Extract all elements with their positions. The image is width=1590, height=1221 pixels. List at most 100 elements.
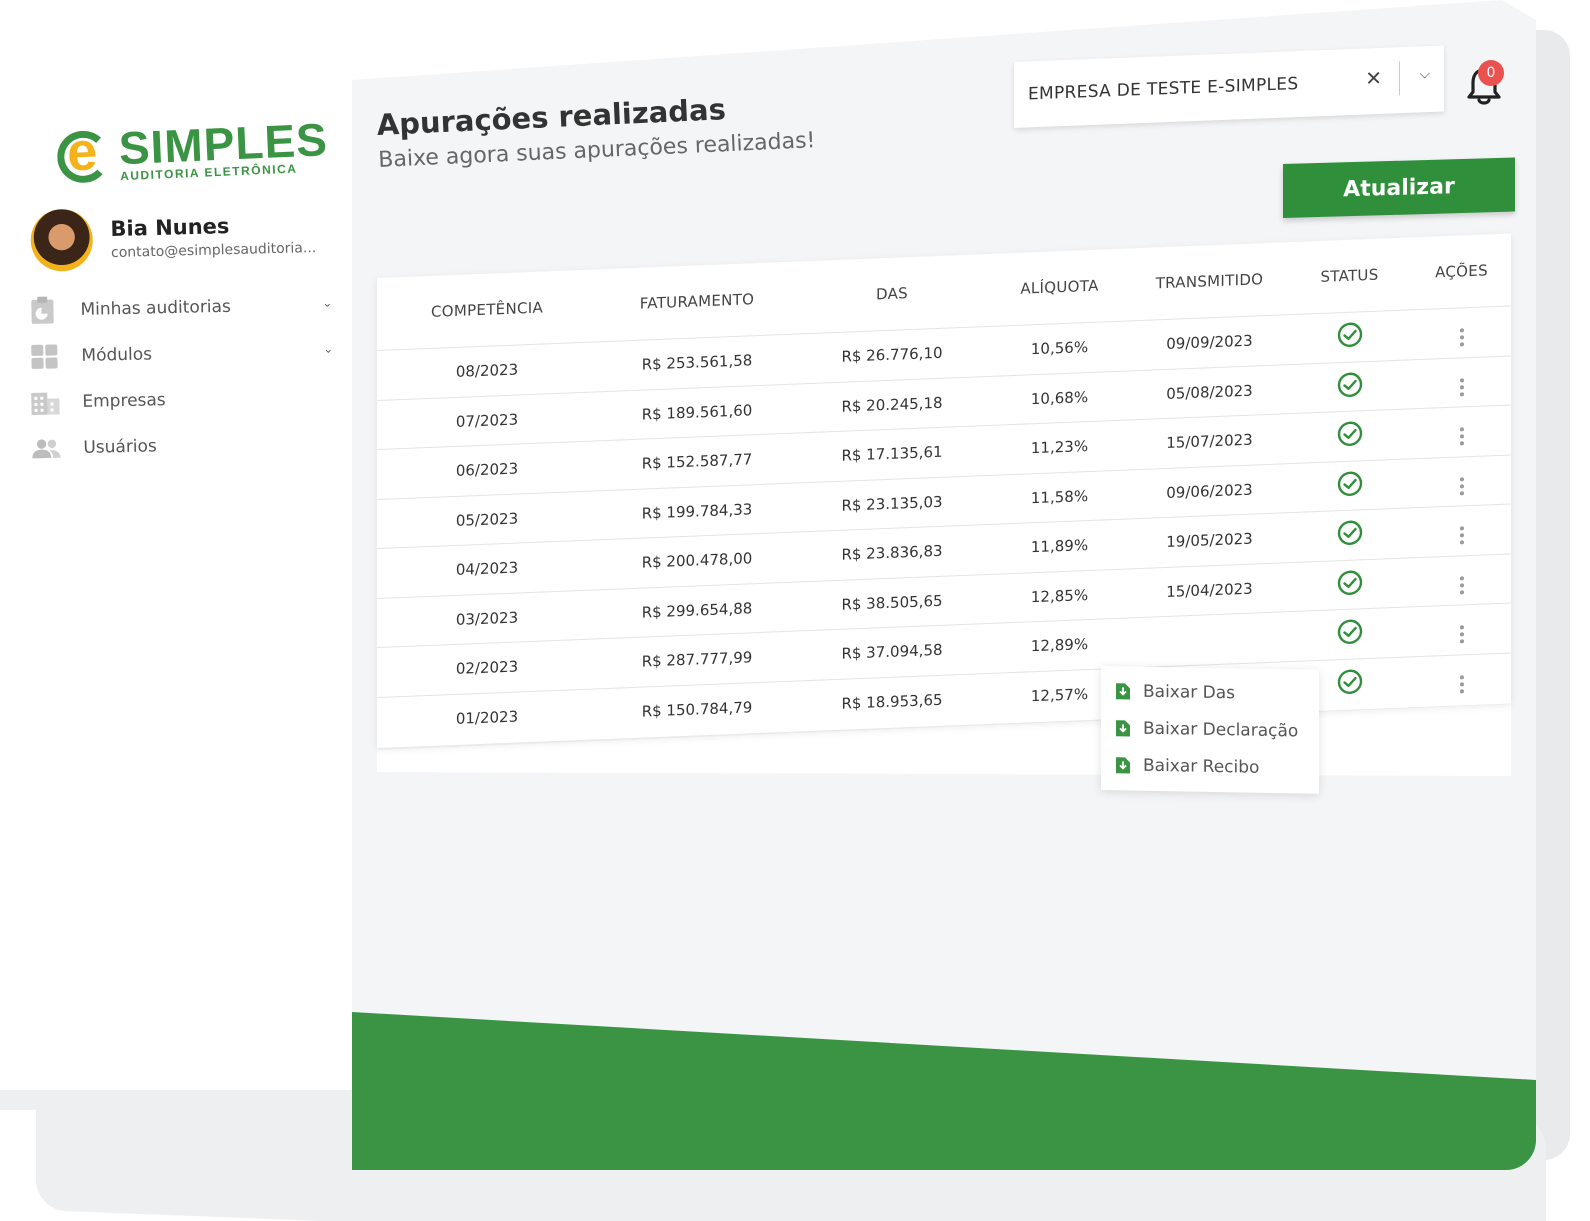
sidebar: e SIMPLES AUDITORIA ELETRÔNICA Bia Nunes…: [0, 0, 352, 1090]
cell-actions: [1412, 465, 1511, 497]
column-header-faturamento[interactable]: FATURAMENTO: [597, 288, 797, 314]
menu-item-label: Baixar Das: [1143, 681, 1236, 703]
sidebar-item-label: Módulos: [81, 344, 153, 366]
cell-das: R$ 18.953,65: [841, 690, 943, 713]
column-header-das[interactable]: DAS: [797, 281, 987, 306]
sidebar-item-label: Empresas: [82, 390, 166, 412]
chevron-down-icon[interactable]: ⌄: [322, 296, 332, 310]
cell-faturamento: R$ 189.561,60: [641, 401, 753, 424]
cell-actions: [1412, 663, 1511, 695]
cell-das: R$ 23.836,83: [841, 542, 943, 565]
cell-aliquota: 12,85%: [1030, 585, 1089, 607]
sidebar-item-minhas-auditorias[interactable]: Minhas auditorias ⌄: [28, 282, 339, 334]
check-circle-icon: [1337, 421, 1362, 447]
company-select-value: EMPRESA DE TESTE E-SIMPLES: [1028, 74, 1299, 105]
cell-actions: [1412, 515, 1511, 547]
cell-faturamento: R$ 287.777,99: [641, 648, 753, 671]
download-file-icon: [1116, 756, 1130, 774]
avatar[interactable]: [30, 208, 94, 272]
column-header-status[interactable]: STATUS: [1287, 264, 1412, 287]
menu-item-label: Baixar Declaração: [1143, 718, 1299, 741]
check-circle-icon: [1337, 322, 1362, 348]
cell-status: [1287, 468, 1412, 503]
cell-competencia: 07/2023: [455, 410, 519, 431]
cell-competencia: 05/2023: [455, 509, 519, 530]
close-icon[interactable]: ✕: [1365, 66, 1382, 91]
cell-actions: [1412, 317, 1511, 349]
sidebar-nav: Minhas auditorias ⌄ Módulos ⌄ Empresas U…: [28, 282, 342, 472]
sidebar-item-label: Usuários: [83, 436, 158, 458]
cell-status: [1287, 369, 1412, 404]
user-profile[interactable]: Bia Nunes contato@esimplesauditoria...: [30, 203, 317, 272]
notification-badge: 0: [1478, 60, 1504, 86]
more-vertical-icon[interactable]: [1459, 625, 1464, 644]
chevron-down-icon[interactable]: ⌵: [1419, 66, 1430, 82]
cell-faturamento: R$ 253.561,58: [641, 351, 753, 374]
menu-item-baixar-recibo[interactable]: Baixar Recibo: [1115, 746, 1305, 786]
more-vertical-icon[interactable]: [1459, 427, 1464, 446]
brand-logo[interactable]: e SIMPLES AUDITORIA ELETRÔNICA: [56, 113, 329, 186]
cell-actions: [1412, 366, 1511, 398]
column-header-acoes[interactable]: AÇÕES: [1412, 260, 1511, 282]
cell-actions: [1412, 564, 1511, 596]
cell-status: [1287, 320, 1412, 355]
more-vertical-icon[interactable]: [1459, 378, 1464, 397]
more-vertical-icon[interactable]: [1459, 328, 1464, 347]
more-vertical-icon[interactable]: [1459, 675, 1464, 694]
results-table: COMPETÊNCIA FATURAMENTO DAS ALÍQUOTA TRA…: [377, 233, 1511, 749]
cell-das: R$ 23.135,03: [841, 492, 943, 515]
cell-faturamento: R$ 199.784,33: [641, 500, 753, 523]
user-email: contato@esimplesauditoria...: [110, 240, 317, 262]
cell-competencia: 02/2023: [455, 657, 519, 679]
cell-competencia: 08/2023: [455, 360, 519, 382]
column-header-transmitido[interactable]: TRANSMITIDO: [1132, 269, 1287, 293]
building-icon: [30, 387, 61, 418]
column-header-competencia[interactable]: COMPETÊNCIA: [377, 296, 597, 323]
sidebar-item-usuarios[interactable]: Usuários: [31, 419, 342, 471]
cell-aliquota: 11,89%: [1030, 536, 1089, 557]
cell-transmitido: 05/08/2023: [1166, 381, 1253, 403]
cell-competencia: 03/2023: [455, 608, 519, 629]
actions-dropdown: Baixar Das Baixar Declaração Baixar Reci…: [1101, 666, 1319, 794]
cell-das: R$ 37.094,58: [841, 641, 943, 664]
cell-aliquota: 11,58%: [1030, 486, 1089, 508]
more-vertical-icon[interactable]: [1459, 576, 1464, 595]
report-icon: [28, 295, 59, 326]
cell-aliquota: 11,23%: [1030, 437, 1089, 458]
cell-das: R$ 17.135,61: [841, 443, 943, 466]
cell-status: [1287, 567, 1412, 602]
cell-status: [1287, 518, 1412, 553]
cell-faturamento: R$ 152.587,77: [641, 450, 753, 473]
cell-transmitido: [1132, 636, 1287, 642]
more-vertical-icon[interactable]: [1459, 477, 1464, 496]
cell-faturamento: R$ 150.784,79: [641, 698, 753, 721]
cell-faturamento: R$ 299.654,88: [641, 599, 753, 622]
update-button[interactable]: Atualizar: [1283, 157, 1515, 218]
chevron-down-icon[interactable]: ⌄: [323, 342, 333, 356]
cell-actions: [1412, 416, 1511, 448]
cell-competencia: 04/2023: [455, 558, 519, 580]
column-header-aliquota[interactable]: ALÍQUOTA: [987, 275, 1132, 299]
check-circle-icon: [1337, 669, 1362, 694]
logo-e-icon: e: [56, 121, 114, 184]
sidebar-item-label: Minhas auditorias: [80, 296, 232, 320]
table-body: 08/2023 R$ 253.561,58 R$ 26.776,10 10,56% 09…: [377, 305, 1511, 746]
cell-transmitido: 15/07/2023: [1166, 430, 1253, 453]
cell-transmitido: 09/09/2023: [1166, 331, 1253, 354]
more-vertical-icon[interactable]: [1459, 526, 1464, 545]
check-circle-icon: [1337, 372, 1362, 397]
select-divider: [1399, 61, 1400, 96]
cell-transmitido: 15/04/2023: [1166, 579, 1253, 601]
check-circle-icon: [1337, 570, 1362, 595]
cell-transmitido: 09/06/2023: [1166, 480, 1253, 502]
cell-aliquota: 10,56%: [1030, 338, 1089, 359]
cell-das: R$ 20.245,18: [841, 393, 943, 416]
cell-aliquota: 10,68%: [1030, 387, 1089, 409]
user-name: Bia Nunes: [110, 214, 230, 242]
menu-item-baixar-declaracao[interactable]: Baixar Declaração: [1115, 709, 1305, 749]
sidebar-item-empresas[interactable]: Empresas: [30, 373, 341, 425]
users-icon: [31, 433, 62, 464]
cell-das: R$ 26.776,10: [841, 344, 943, 367]
sidebar-item-modulos[interactable]: Módulos ⌄: [29, 327, 340, 379]
menu-item-baixar-das[interactable]: Baixar Das: [1115, 672, 1305, 712]
